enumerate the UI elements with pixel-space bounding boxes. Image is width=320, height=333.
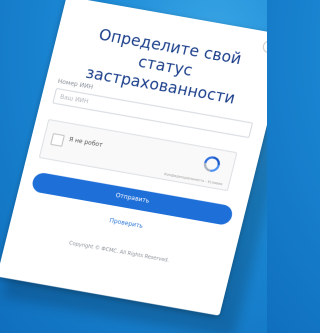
- recaptcha-icon: [203, 156, 220, 172]
- close-icon[interactable]: ×: [261, 39, 267, 55]
- insurance-status-modal: × Определите свой статус застрахованност…: [0, 0, 267, 316]
- captcha-checkbox[interactable]: [50, 133, 65, 147]
- screen: × Определите свой статус застрахованност…: [0, 0, 267, 333]
- captcha-terms[interactable]: Конфиденциальность - Условия: [164, 172, 223, 186]
- captcha-label: Я не робот: [68, 135, 104, 149]
